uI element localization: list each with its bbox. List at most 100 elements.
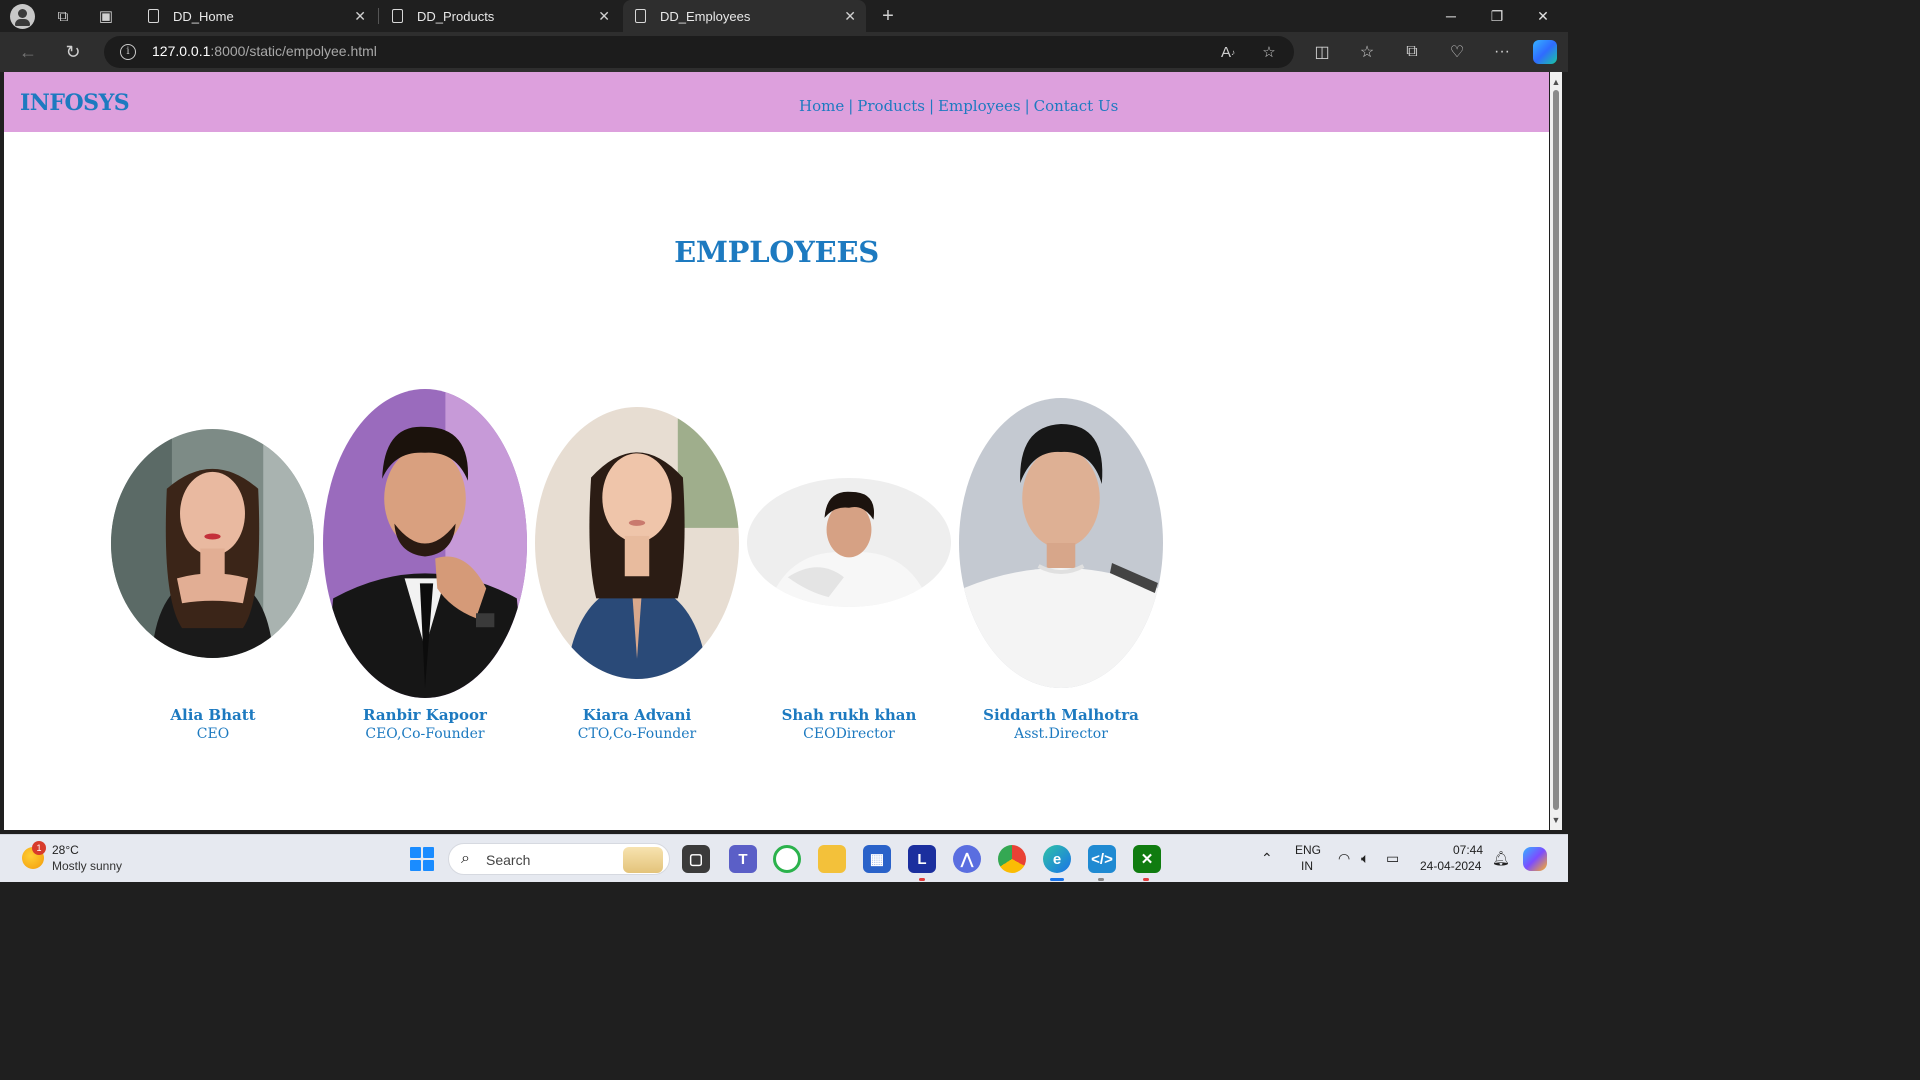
- employee-photo-ranbir-kapoor: [323, 389, 527, 698]
- minimize-icon[interactable]: ─: [1428, 0, 1474, 32]
- url-text[interactable]: 127.0.0.1:8000/static/empolyee.html: [152, 43, 377, 59]
- scroll-up-arrow-icon[interactable]: ▲: [1550, 76, 1562, 88]
- employee-role: CTO,Co-Founder: [577, 726, 697, 742]
- scroll-thumb[interactable]: [1553, 90, 1559, 810]
- microsoft-store-icon[interactable]: ▦: [863, 845, 891, 873]
- new-tab-icon[interactable]: +: [876, 4, 900, 28]
- close-icon[interactable]: ✕: [598, 8, 610, 25]
- employee-role: CEODirector: [803, 726, 895, 742]
- employee-name: Alia Bhatt: [170, 706, 256, 724]
- weather-condition[interactable]: Mostly sunny: [52, 859, 122, 873]
- employee-name: Ranbir Kapoor: [363, 706, 487, 724]
- employee-name: Siddarth Malhotra: [983, 706, 1139, 724]
- workspaces-icon[interactable]: ⧉: [51, 4, 75, 28]
- nav-separator: |: [848, 97, 854, 115]
- page-scrollbar[interactable]: ▲ ▼: [1550, 72, 1562, 830]
- page-title: EMPLOYEES: [674, 235, 879, 269]
- page-icon: [148, 9, 159, 23]
- tab-title: DD_Products: [417, 8, 495, 24]
- clock-time[interactable]: 07:44: [1453, 843, 1483, 857]
- l-app-icon[interactable]: L: [908, 845, 936, 873]
- tab-dd-employees[interactable]: DD_Employees ✕: [623, 0, 866, 32]
- url-host: 127.0.0.1: [152, 43, 211, 59]
- refresh-icon[interactable]: ↻: [59, 40, 87, 64]
- window-close-icon[interactable]: ✕: [1520, 0, 1566, 32]
- site-logo[interactable]: INFOSYS: [20, 90, 130, 116]
- arc-app-icon[interactable]: ⋀: [953, 845, 981, 873]
- running-indicator: [919, 878, 925, 881]
- teams-icon[interactable]: T: [729, 845, 757, 873]
- favorite-star-icon[interactable]: ☆: [1259, 42, 1279, 62]
- tab-dd-home[interactable]: DD_Home ✕: [136, 0, 376, 32]
- employee-role: Asst.Director: [1014, 726, 1108, 742]
- employee-role: CEO: [196, 726, 230, 742]
- back-arrow-icon[interactable]: ←: [14, 40, 42, 64]
- wifi-icon[interactable]: ◠: [1338, 850, 1350, 867]
- active-indicator: [1050, 878, 1064, 881]
- nav-link-employees[interactable]: Employees: [938, 97, 1021, 115]
- employee-card: Siddarth Malhotra Asst.Director: [951, 706, 1171, 744]
- restore-icon[interactable]: ❐: [1474, 0, 1520, 32]
- sync-app-icon[interactable]: [773, 845, 801, 873]
- show-hidden-icons-icon[interactable]: ⌃: [1261, 850, 1273, 867]
- read-aloud-icon[interactable]: A ♪: [1218, 42, 1238, 62]
- tab-title: DD_Home: [173, 8, 234, 24]
- browser-tab-bar: ⧉ ▣ DD_Home ✕ DD_Products ✕ DD_Employees…: [0, 0, 1568, 32]
- close-icon[interactable]: ✕: [844, 8, 856, 25]
- notification-bell-icon[interactable]: 🔔︎: [1492, 850, 1510, 867]
- tab-dd-products[interactable]: DD_Products ✕: [380, 0, 620, 32]
- nav-link-contact[interactable]: Contact Us: [1034, 97, 1119, 115]
- close-icon[interactable]: ✕: [354, 8, 366, 25]
- copilot-preview-icon[interactable]: [1523, 847, 1547, 871]
- employee-photo-kiara-advani: [535, 407, 739, 679]
- vscode-icon[interactable]: </>: [1088, 845, 1116, 873]
- running-indicator: [1143, 878, 1149, 881]
- weather-temperature[interactable]: 28°C: [52, 843, 79, 857]
- employee-card: Alia Bhatt CEO: [103, 706, 323, 744]
- employee-photo-shah-rukh-khan: [747, 478, 951, 607]
- tab-actions-icon[interactable]: ▣: [94, 4, 118, 28]
- split-screen-icon[interactable]: ◫: [1309, 40, 1335, 64]
- browser-essentials-icon[interactable]: ♡: [1444, 40, 1470, 64]
- volume-icon[interactable]: 🔈︎: [1361, 850, 1369, 867]
- page-icon: [635, 9, 646, 23]
- page-icon: [392, 9, 403, 23]
- nav-link-home[interactable]: Home: [799, 97, 844, 115]
- employee-name: Shah rukh khan: [781, 706, 917, 724]
- tab-divider: [378, 8, 379, 24]
- favorites-icon[interactable]: ☆: [1354, 40, 1380, 64]
- taskbar-search[interactable]: ⌕ Search: [448, 843, 670, 875]
- battery-icon[interactable]: ▭: [1386, 850, 1399, 867]
- profile-avatar-icon[interactable]: [10, 4, 35, 29]
- scroll-down-arrow-icon[interactable]: ▼: [1550, 814, 1562, 826]
- employee-card: Kiara Advani CTO,Co-Founder: [527, 706, 747, 744]
- nav-link-products[interactable]: Products: [857, 97, 925, 115]
- task-view-icon[interactable]: ▢: [682, 845, 710, 873]
- site-nav: Home | Products | Employees | Contact Us: [799, 97, 1118, 115]
- employee-photo-alia-bhatt: [111, 429, 314, 658]
- collections-icon[interactable]: ⧉: [1399, 40, 1425, 64]
- xbox-icon[interactable]: ✕: [1133, 845, 1161, 873]
- site-info-icon[interactable]: i: [120, 44, 136, 60]
- search-icon: ⌕: [461, 850, 470, 867]
- clock-date[interactable]: 24-04-2024: [1420, 859, 1481, 873]
- region-indicator[interactable]: IN: [1301, 859, 1313, 873]
- start-windows-icon[interactable]: [410, 847, 434, 871]
- language-indicator[interactable]: ENG: [1295, 843, 1321, 857]
- file-explorer-icon[interactable]: [818, 845, 846, 873]
- address-bar[interactable]: i 127.0.0.1:8000/static/empolyee.html A ♪…: [104, 36, 1294, 68]
- more-options-icon[interactable]: ···: [1489, 40, 1515, 64]
- url-path: :8000/static/empolyee.html: [210, 43, 377, 59]
- page-viewport: INFOSYS Home | Products | Employees | Co…: [4, 72, 1549, 830]
- employee-card: Shah rukh khan CEODirector: [739, 706, 959, 744]
- notification-badge: 1: [32, 841, 46, 855]
- edge-icon[interactable]: e: [1043, 845, 1071, 873]
- chrome-icon[interactable]: [998, 845, 1026, 873]
- search-placeholder: Search: [486, 852, 531, 868]
- copilot-icon[interactable]: [1533, 40, 1557, 64]
- nav-separator: |: [1024, 97, 1030, 115]
- browser-toolbar: ← ↻ i 127.0.0.1:8000/static/empolyee.htm…: [0, 32, 1568, 72]
- employee-card: Ranbir Kapoor CEO,Co-Founder: [315, 706, 535, 744]
- employee-role: CEO,Co-Founder: [365, 726, 485, 742]
- tab-title: DD_Employees: [660, 8, 751, 24]
